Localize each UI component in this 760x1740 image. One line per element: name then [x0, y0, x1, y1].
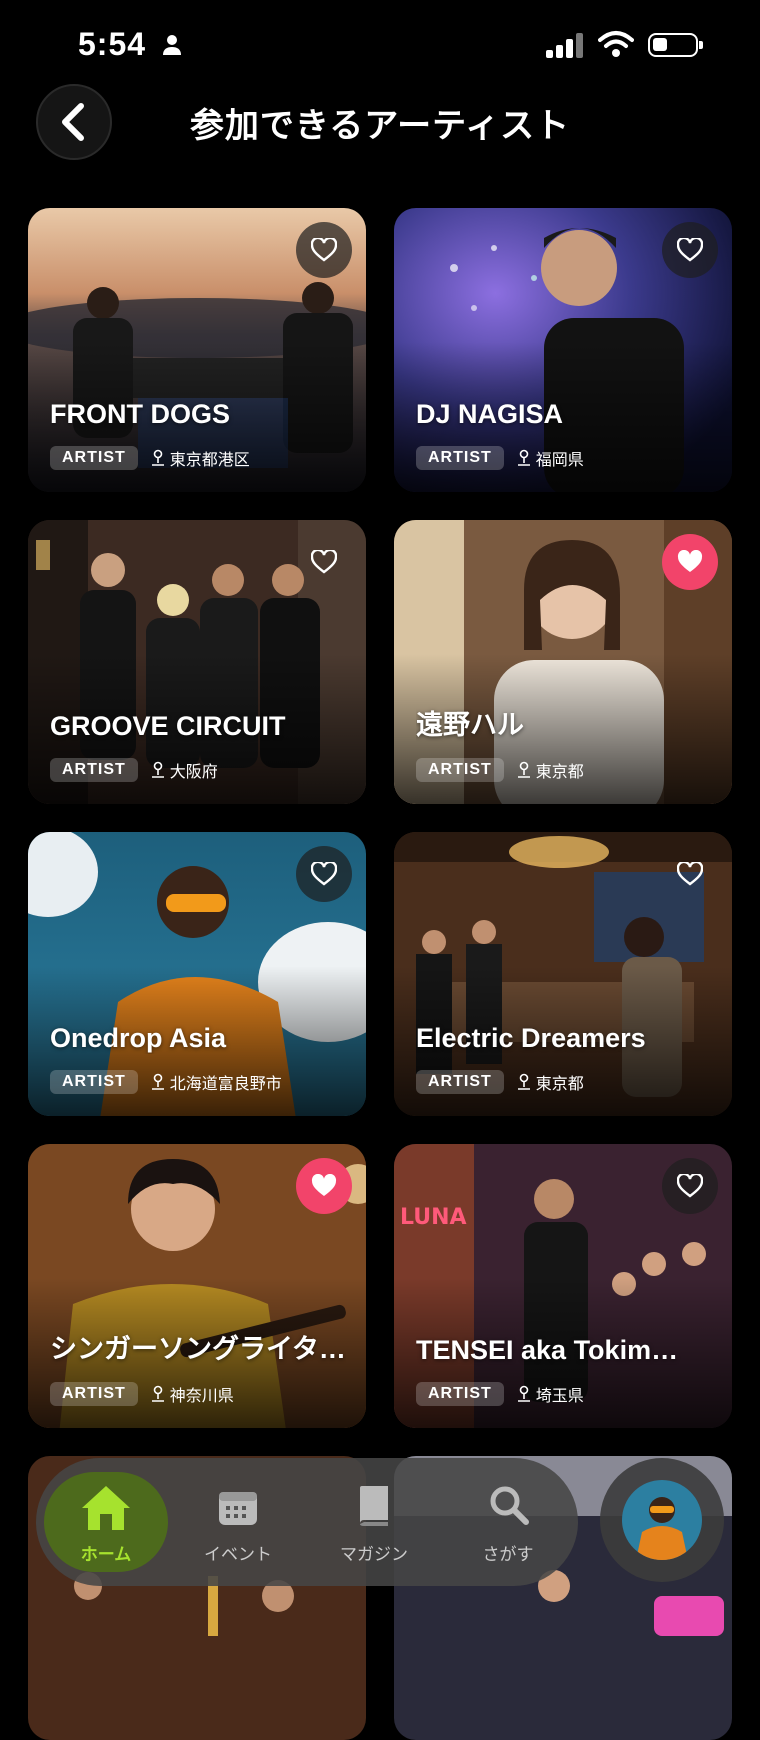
artist-meta: ARTIST 東京都: [416, 758, 584, 782]
nav-label-home: ホーム: [80, 1545, 132, 1565]
heart-icon: [311, 862, 337, 886]
artist-badge: ARTIST: [50, 446, 138, 470]
nav-item-search[interactable]: さがす: [446, 1472, 570, 1572]
artist-name: GROOVE CIRCUIT: [50, 711, 286, 741]
artist-name: Electric Dreamers: [416, 1023, 646, 1053]
artist-name: 遠野ハル: [416, 710, 524, 740]
favorite-button[interactable]: [296, 534, 352, 590]
favorite-button[interactable]: [662, 846, 718, 902]
nav-item-home[interactable]: ホーム: [44, 1472, 168, 1572]
artist-card[interactable]: Onedrop Asia ARTIST 北海道富良野市: [28, 832, 366, 1116]
location-text: 神奈川県: [169, 1386, 234, 1405]
location-text: 福岡県: [535, 450, 584, 469]
location-pin-icon: [151, 761, 164, 778]
artist-badge: ARTIST: [416, 446, 504, 470]
nav-label-magazine: マガジン: [340, 1545, 408, 1565]
artist-location: 東京都港区: [150, 446, 250, 470]
location-pin-icon: [151, 1073, 164, 1090]
artist-card[interactable]: 遠野ハル ARTIST 東京都: [394, 520, 732, 804]
location-text: 東京都: [535, 1074, 584, 1093]
location-text: 東京都港区: [169, 450, 250, 469]
bottom-nav: ホーム イベント マガジン さがす: [36, 1458, 578, 1586]
avatar-image: [622, 1480, 702, 1560]
heart-filled-icon: [677, 550, 703, 572]
heart-filled-icon: [311, 1174, 337, 1196]
heart-icon: [311, 550, 337, 574]
artist-meta: ARTIST 大阪府: [50, 758, 218, 782]
artist-name: DJ NAGISA: [416, 399, 564, 429]
artist-meta: ARTIST 神奈川県: [50, 1382, 234, 1406]
nav-item-event[interactable]: イベント: [176, 1472, 300, 1572]
artist-card[interactable]: DJ NAGISA ARTIST 福岡県: [394, 208, 732, 492]
heart-icon: [311, 238, 337, 262]
artist-card[interactable]: GROOVE CIRCUIT ARTIST 大阪府: [28, 520, 366, 804]
profile-avatar-button[interactable]: [600, 1458, 724, 1582]
location-pin-icon: [517, 1385, 530, 1402]
page-header: 参加できるアーティスト: [0, 80, 760, 164]
artist-badge: ARTIST: [50, 1070, 138, 1094]
artist-badge: ARTIST: [50, 758, 138, 782]
artist-card[interactable]: シンガーソングライタ… ARTIST 神奈川県: [28, 1144, 366, 1428]
artist-badge: ARTIST: [50, 1382, 138, 1406]
artist-meta: ARTIST 東京都港区: [50, 446, 250, 470]
nav-label-search: さがす: [482, 1545, 534, 1565]
location-pin-icon: [517, 449, 530, 466]
avatar: [622, 1480, 702, 1560]
location-pin-icon: [151, 449, 164, 466]
heart-icon: [677, 862, 703, 886]
nav-label-event: イベント: [204, 1545, 272, 1565]
artist-location: 埼玉県: [516, 1382, 584, 1406]
heart-icon: [677, 1174, 703, 1198]
location-pin-icon: [517, 1073, 530, 1090]
artist-location: 福岡県: [516, 446, 584, 470]
home-icon: [82, 1486, 130, 1530]
artist-badge: ARTIST: [416, 1382, 504, 1406]
wifi-icon: [598, 31, 634, 57]
heart-icon: [677, 238, 703, 262]
svg-text:LUNA: LUNA: [400, 1205, 467, 1230]
artist-card[interactable]: LUNA TENSEI aka Tokim… ARTIST 埼玉県: [394, 1144, 732, 1428]
artist-meta: ARTIST 福岡県: [416, 446, 584, 470]
calendar-icon: [219, 1492, 257, 1525]
location-text: 大阪府: [169, 762, 218, 781]
location-text: 東京都: [535, 762, 584, 781]
battery-icon: [648, 33, 703, 57]
nav-item-magazine[interactable]: マガジン: [312, 1472, 436, 1572]
artist-name: TENSEI aka Tokim…: [416, 1335, 679, 1365]
signal-icon: [546, 33, 583, 58]
artist-name: シンガーソングライタ…: [50, 1334, 346, 1364]
favorite-button[interactable]: [662, 1158, 718, 1214]
person-icon: [163, 35, 181, 55]
favorite-button[interactable]: [662, 222, 718, 278]
artist-meta: ARTIST 東京都: [416, 1070, 584, 1094]
artist-card[interactable]: Electric Dreamers ARTIST 東京都: [394, 832, 732, 1116]
artist-meta: ARTIST 北海道富良野市: [50, 1070, 282, 1094]
book-icon: [360, 1486, 388, 1526]
artist-location: 大阪府: [150, 758, 218, 782]
location-pin-icon: [151, 1385, 164, 1402]
favorite-button[interactable]: [296, 1158, 352, 1214]
favorite-button[interactable]: [296, 846, 352, 902]
page-title: 参加できるアーティスト: [189, 106, 571, 146]
favorite-button[interactable]: [662, 534, 718, 590]
status-bar: 5:54: [0, 0, 760, 90]
search-icon: [490, 1486, 529, 1525]
artist-location: 神奈川県: [150, 1382, 234, 1406]
favorite-button[interactable]: [296, 222, 352, 278]
artist-location: 東京都: [516, 1070, 584, 1094]
artist-name: Onedrop Asia: [50, 1023, 227, 1053]
status-time: 5:54: [78, 26, 147, 62]
artist-name: FRONT DOGS: [50, 399, 230, 429]
artist-badge: ARTIST: [416, 1070, 504, 1094]
artist-location: 東京都: [516, 758, 584, 782]
location-pin-icon: [517, 761, 530, 778]
artist-location: 北海道富良野市: [150, 1070, 282, 1094]
artist-card[interactable]: FRONT DOGS ARTIST 東京都港区: [28, 208, 366, 492]
artist-meta: ARTIST 埼玉県: [416, 1382, 584, 1406]
location-text: 北海道富良野市: [169, 1074, 282, 1093]
location-text: 埼玉県: [535, 1386, 584, 1405]
artist-badge: ARTIST: [416, 758, 504, 782]
